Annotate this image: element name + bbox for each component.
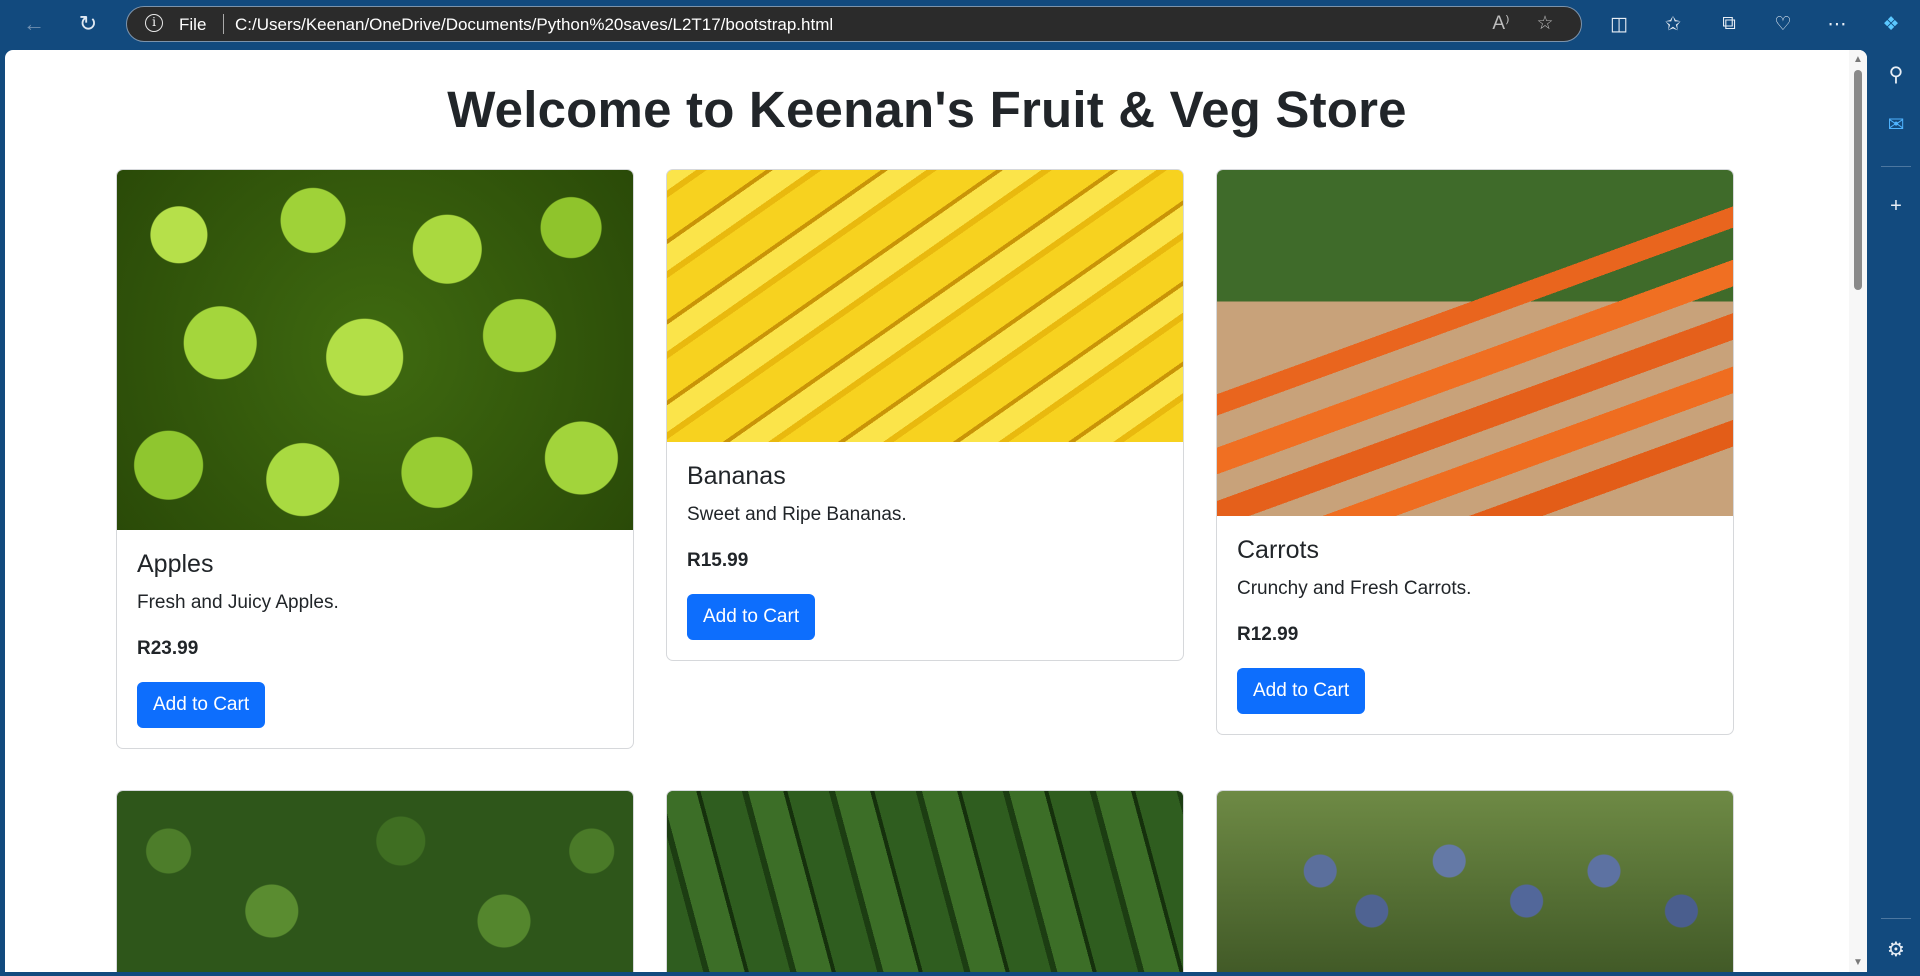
product-price: R23.99: [137, 638, 199, 659]
grapes-image: [1217, 791, 1733, 972]
copilot-icon[interactable]: ❖: [1874, 8, 1908, 40]
product-card-bananas: Bananas Sweet and Ripe Bananas. R15.99 A…: [666, 169, 1184, 661]
scroll-up-arrow-icon[interactable]: ▲: [1853, 54, 1863, 65]
carrots-image: [1217, 170, 1733, 516]
address-bar[interactable]: i File C:/Users/Keenan/OneDrive/Document…: [126, 6, 1582, 42]
scrollbar-thumb[interactable]: [1854, 70, 1862, 290]
product-description: Sweet and Ripe Bananas.: [687, 504, 907, 525]
product-card-broccoli: [116, 790, 634, 972]
product-name: Apples: [137, 550, 214, 578]
add-icon[interactable]: +: [1880, 190, 1912, 222]
product-card-grapes: [1216, 790, 1734, 972]
collections-icon[interactable]: ⧉: [1712, 8, 1746, 40]
browser-essentials-icon[interactable]: ♡: [1766, 8, 1800, 40]
outlook-icon[interactable]: ✉: [1880, 108, 1912, 140]
sidebar-divider-bottom: [1881, 918, 1911, 919]
address-separator: [223, 14, 224, 34]
cucumbers-image: [667, 791, 1183, 972]
sidebar-divider: [1881, 166, 1911, 167]
product-card-carrots: Carrots Crunchy and Fresh Carrots. R12.9…: [1216, 169, 1734, 735]
favorite-star-icon[interactable]: ☆: [1531, 11, 1559, 37]
add-to-cart-button[interactable]: Add to Cart: [137, 682, 266, 728]
info-icon[interactable]: i: [145, 14, 163, 32]
back-arrow-icon[interactable]: ←: [17, 8, 51, 40]
browser-toolbar: ← ↻ i File C:/Users/Keenan/OneDrive/Docu…: [0, 0, 1920, 48]
favorites-icon[interactable]: ✩: [1656, 8, 1690, 40]
search-icon[interactable]: ⚲: [1880, 58, 1912, 90]
product-name: Bananas: [687, 462, 786, 490]
product-price: R15.99: [687, 550, 749, 571]
product-card-apples: Apples Fresh and Juicy Apples. R23.99 Ad…: [116, 169, 634, 749]
read-aloud-icon[interactable]: A⁾: [1487, 11, 1515, 37]
refresh-icon[interactable]: ↻: [71, 8, 105, 40]
settings-gear-icon[interactable]: ⚙: [1880, 933, 1912, 965]
more-options-icon[interactable]: ⋯: [1820, 8, 1854, 40]
product-card-cucumbers: [666, 790, 1184, 972]
url-text[interactable]: C:/Users/Keenan/OneDrive/Documents/Pytho…: [235, 15, 833, 35]
product-price: R12.99: [1237, 624, 1299, 645]
page-title: Welcome to Keenan's Fruit & Veg Store: [447, 81, 1407, 138]
product-description: Crunchy and Fresh Carrots.: [1237, 578, 1472, 599]
browser-sidebar: ⚲ ✉ + ⚙: [1872, 48, 1920, 976]
product-description: Fresh and Juicy Apples.: [137, 592, 339, 613]
add-to-cart-button[interactable]: Add to Cart: [1237, 668, 1366, 714]
apples-image: [117, 170, 633, 530]
bananas-image: [667, 170, 1183, 442]
split-screen-icon[interactable]: ◫: [1602, 8, 1636, 40]
scheme-label: File: [179, 15, 207, 34]
product-name: Carrots: [1237, 536, 1319, 564]
page-viewport: Welcome to Keenan's Fruit & Veg Store Ap…: [5, 50, 1867, 972]
scroll-down-arrow-icon[interactable]: ▼: [1853, 957, 1863, 968]
add-to-cart-button[interactable]: Add to Cart: [687, 594, 816, 640]
vertical-scrollbar[interactable]: ▲ ▼: [1849, 50, 1867, 972]
broccoli-image: [117, 791, 633, 972]
